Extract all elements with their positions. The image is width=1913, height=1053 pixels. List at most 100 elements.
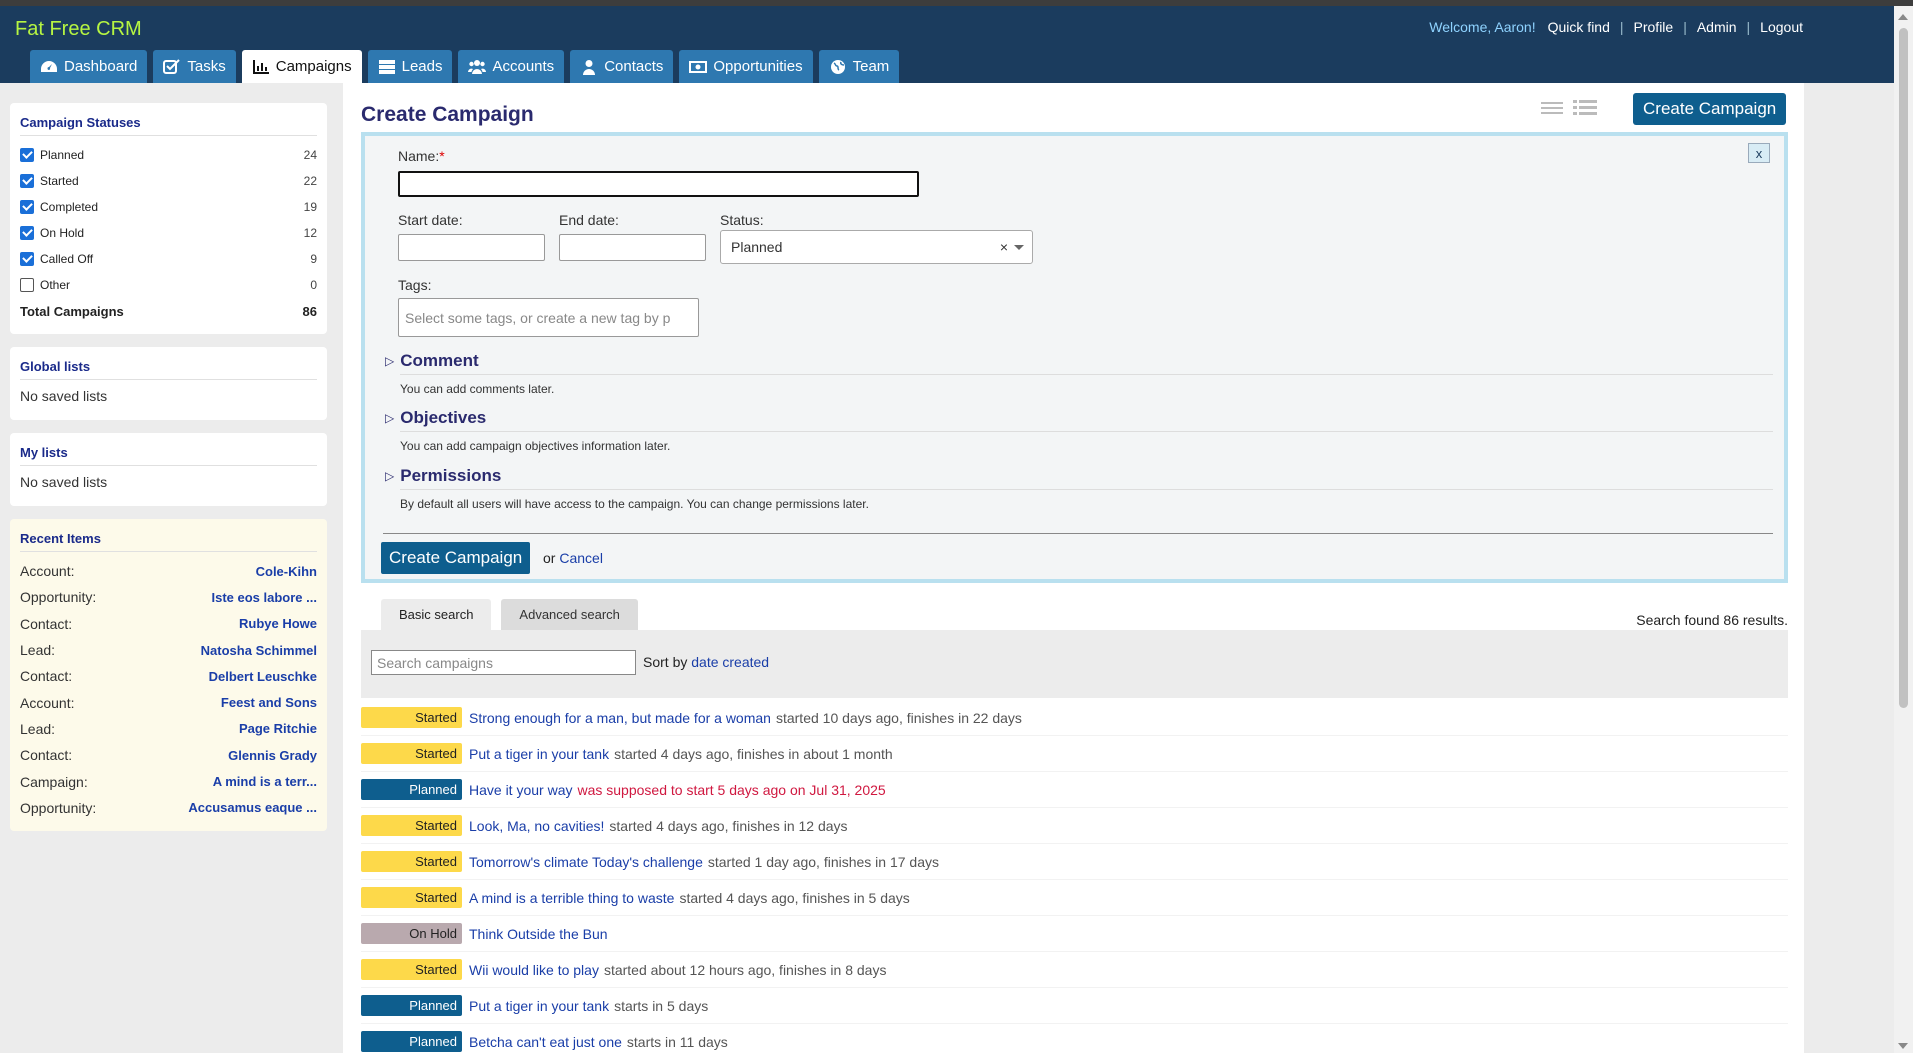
campaign-link[interactable]: A mind is a terrible thing to waste <box>469 890 674 906</box>
status-filter-on-hold[interactable]: On Hold 12 <box>20 220 317 246</box>
recent-item: Contact: Glennis Grady <box>20 742 317 768</box>
comment-section-toggle[interactable]: ▷ Comment <box>385 351 1773 371</box>
recent-item-link[interactable]: Feest and Sons <box>221 695 317 710</box>
tab-leads[interactable]: Leads <box>367 50 453 83</box>
checkbox[interactable] <box>20 252 34 266</box>
profile-link[interactable]: Profile <box>1634 19 1674 35</box>
sort-field-link[interactable]: date created <box>691 654 769 670</box>
main-content: Create Campaign Create Campaign x Name:*… <box>343 83 1804 1053</box>
chevron-down-icon[interactable] <box>1014 245 1024 250</box>
page-scrollbar[interactable] <box>1894 6 1913 1053</box>
close-form-button[interactable]: x <box>1748 143 1770 163</box>
campaign-timeline: started about 12 hours ago, finishes in … <box>603 961 887 978</box>
clear-icon[interactable]: × <box>1000 239 1008 255</box>
checkbox[interactable] <box>20 226 34 240</box>
welcome-text: Welcome, Aaron! <box>1429 19 1536 35</box>
app-logo[interactable]: Fat Free CRM <box>15 18 142 41</box>
admin-link[interactable]: Admin <box>1697 19 1737 35</box>
campaign-link[interactable]: Wii would like to play <box>469 962 599 978</box>
section-note: You can add campaign objectives informat… <box>400 439 671 453</box>
permissions-section: ▷ Permissions By default all users will h… <box>385 466 1773 511</box>
basic-search-panel: Search campaigns Sort by date created <box>361 630 1788 698</box>
recent-item-link[interactable]: Glennis Grady <box>228 748 317 763</box>
objectives-section-toggle[interactable]: ▷ Objectives <box>385 408 1773 428</box>
tab-label: Accounts <box>492 58 555 75</box>
scroll-up-icon[interactable] <box>1898 14 1908 20</box>
tab-advanced-search[interactable]: Advanced search <box>501 599 638 630</box>
tab-contacts[interactable]: Contacts <box>570 50 674 83</box>
recent-item-link[interactable]: Natosha Schimmel <box>201 643 317 658</box>
checkbox[interactable] <box>20 148 34 162</box>
create-campaign-form: x Name:* Start date: End date: Status: P… <box>361 132 1788 583</box>
recent-item-link[interactable]: Rubye Howe <box>239 616 317 631</box>
recent-item-link[interactable]: Cole-Kihn <box>256 564 317 579</box>
long-view-icon[interactable] <box>1573 99 1597 119</box>
campaign-timeline: started 1 day ago, finishes in 17 days <box>707 853 940 870</box>
or-text: or <box>543 550 556 566</box>
recent-item: Account: Feest and Sons <box>20 689 317 715</box>
list-item: Started A mind is a terrible thing to was… <box>361 880 1788 916</box>
recent-item-link[interactable]: Iste eos labore ... <box>212 590 318 605</box>
brief-view-icon[interactable] <box>1541 99 1563 117</box>
main-nav-tabs: Dashboard Tasks Campaigns Leads Accounts… <box>30 50 900 83</box>
tab-accounts[interactable]: Accounts <box>458 50 565 83</box>
cancel-link[interactable]: Cancel <box>559 550 603 566</box>
permissions-section-toggle[interactable]: ▷ Permissions <box>385 466 1773 486</box>
global-lists-panel: Global lists No saved lists <box>10 347 327 420</box>
tab-basic-search[interactable]: Basic search <box>381 599 492 630</box>
scroll-down-icon[interactable] <box>1898 1043 1908 1049</box>
status-filter-completed[interactable]: Completed 19 <box>20 194 317 220</box>
tab-tasks[interactable]: Tasks <box>153 50 236 83</box>
status-badge: Planned <box>361 1031 462 1052</box>
status-filter-other[interactable]: Other 0 <box>20 272 317 298</box>
list-item: Started Wii would like to play started abo… <box>361 952 1788 988</box>
campaign-link[interactable]: Put a tiger in your tank <box>469 998 609 1014</box>
campaign-link[interactable]: Look, Ma, no cavities! <box>469 818 604 834</box>
search-input[interactable]: Search campaigns <box>371 650 636 675</box>
logout-link[interactable]: Logout <box>1760 19 1803 35</box>
bar-chart-icon <box>252 59 269 74</box>
comment-section: ▷ Comment You can add comments later. <box>385 351 1773 396</box>
tab-label: Tasks <box>187 58 226 75</box>
quick-find-link[interactable]: Quick find <box>1548 19 1610 35</box>
submit-create-campaign-button[interactable]: Create Campaign <box>381 542 531 574</box>
campaign-link[interactable]: Tomorrow's climate Today's challenge <box>469 854 703 870</box>
recent-item-link[interactable]: Page Ritchie <box>239 721 317 736</box>
status-filter-called-off[interactable]: Called Off 9 <box>20 246 317 272</box>
recent-item-link[interactable]: Delbert Leuschke <box>209 669 317 684</box>
panel-title: Recent Items <box>20 531 317 552</box>
start-date-input[interactable] <box>398 234 545 261</box>
name-input[interactable] <box>398 171 919 197</box>
campaign-link[interactable]: Strong enough for a man, but made for a … <box>469 710 771 726</box>
status-filter-started[interactable]: Started 22 <box>20 168 317 194</box>
recent-item-link[interactable]: Accusamus eaque ... <box>188 800 317 815</box>
status-filter-planned[interactable]: Planned 24 <box>20 142 317 168</box>
campaign-timeline: starts in 5 days <box>614 997 709 1014</box>
recent-item-link[interactable]: A mind is a terr... <box>213 774 317 789</box>
campaign-link[interactable]: Put a tiger in your tank <box>469 746 609 762</box>
checkbox[interactable] <box>20 174 34 188</box>
status-select[interactable]: Planned × <box>720 230 1033 264</box>
checkbox[interactable] <box>20 200 34 214</box>
tags-input[interactable]: Select some tags, or create a new tag by… <box>398 298 699 337</box>
campaign-link[interactable]: Think Outside the Bun <box>469 926 608 942</box>
status-badge: Started <box>361 851 462 872</box>
start-date-label: Start date: <box>398 212 463 228</box>
create-campaign-button[interactable]: Create Campaign <box>1633 93 1787 125</box>
globe-icon <box>830 59 845 74</box>
end-date-input[interactable] <box>559 234 706 261</box>
tab-campaigns[interactable]: Campaigns <box>241 50 362 83</box>
campaign-link[interactable]: Have it your way <box>469 782 572 798</box>
tab-opportunities[interactable]: Opportunities <box>679 50 813 83</box>
recent-item: Contact: Delbert Leuschke <box>20 663 317 689</box>
recent-item-type: Account: <box>20 694 75 711</box>
tab-dashboard[interactable]: Dashboard <box>30 50 148 83</box>
total-campaigns-row: Total Campaigns 86 <box>20 298 317 324</box>
campaign-statuses-panel: Campaign Statuses Planned 24 Started 22 … <box>10 103 327 334</box>
scrollbar-thumb[interactable] <box>1899 28 1908 708</box>
tab-team[interactable]: Team <box>818 50 900 83</box>
list-item: On Hold Think Outside the Bun <box>361 916 1788 952</box>
checkbox[interactable] <box>20 278 34 292</box>
campaign-link[interactable]: Betcha can't eat just one <box>469 1034 622 1050</box>
view-toggle <box>1541 99 1597 119</box>
